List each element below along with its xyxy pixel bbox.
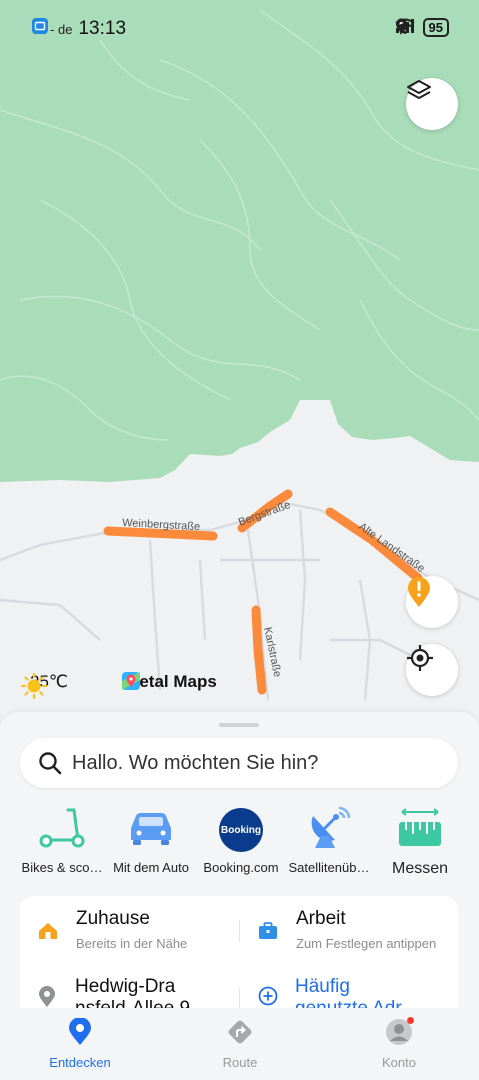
quick-action-label: Satellitenüb… xyxy=(288,860,370,875)
notification-dot xyxy=(407,1017,414,1024)
petal-maps-logo: Petal Maps xyxy=(122,672,217,692)
quick-action-booking[interactable]: Booking Booking.com xyxy=(191,808,291,875)
map-view[interactable]: Weinbergstraße Bergstraße Alte Landstraß… xyxy=(0,0,479,730)
work-title: Arbeit xyxy=(296,908,346,929)
work-shortcut[interactable]: Arbeit Zum Festlegen antippen xyxy=(258,908,436,951)
traffic-report-button[interactable] xyxy=(406,576,458,628)
brand-name: Petal Maps xyxy=(128,672,217,691)
route-icon xyxy=(226,1020,254,1050)
booking-icon: Booking xyxy=(219,808,263,852)
home-shortcut[interactable]: Zuhause Bereits in der Nähe xyxy=(38,908,187,951)
location-pin-icon xyxy=(68,1017,92,1050)
sheet-drag-handle[interactable] xyxy=(219,723,259,727)
home-icon xyxy=(38,922,58,951)
quick-action-car[interactable]: Mit dem Auto xyxy=(101,808,201,875)
nav-account[interactable]: Konto xyxy=(339,1017,459,1070)
location-pin-icon xyxy=(38,986,56,1008)
street-label-alte-land: Alte Landstraße xyxy=(356,521,426,575)
nav-route[interactable]: Route xyxy=(180,1018,300,1070)
frequent-addresses-link[interactable]: Häufig genutzte Adr xyxy=(258,976,402,1008)
forest-area xyxy=(0,0,479,482)
ruler-icon xyxy=(396,806,444,855)
frequent-addresses-title-line2: genutzte Adr xyxy=(295,998,402,1008)
quick-action-satellite[interactable]: Satellitenüb… xyxy=(279,806,379,875)
search-bar[interactable]: Hallo. Wo möchten Sie hin? xyxy=(20,738,458,788)
account-icon xyxy=(385,1017,414,1051)
status-bar: o2 - de 13:13 95 xyxy=(0,0,479,60)
battery-indicator: 95 xyxy=(422,18,449,37)
weather-widget: 25℃ xyxy=(20,672,68,700)
recent-place-title-line2: nsfeld-Allee 9 xyxy=(75,998,190,1008)
search-icon xyxy=(38,751,62,775)
add-circle-icon xyxy=(258,986,278,1008)
booking-icon-text: Booking xyxy=(221,824,261,836)
satellite-dish-icon xyxy=(305,806,353,855)
nav-account-label: Konto xyxy=(382,1055,416,1070)
nav-explore-label: Entdecken xyxy=(49,1055,111,1070)
briefcase-icon xyxy=(258,922,278,951)
my-location-button[interactable] xyxy=(406,644,458,696)
nav-route-label: Route xyxy=(222,1055,258,1070)
work-subtitle: Zum Festlegen antippen xyxy=(296,936,437,951)
home-subtitle: Bereits in der Nähe xyxy=(76,936,188,951)
map-layers-button[interactable] xyxy=(406,78,458,130)
recent-place-title: Hedwig-Dra xyxy=(75,976,176,997)
home-title: Zuhause xyxy=(76,908,150,929)
favorites-card: Zuhause Bereits in der Nähe Arbeit Zum F… xyxy=(20,896,458,1008)
clock: 13:13 xyxy=(78,18,127,39)
search-placeholder: Hallo. Wo möchten Sie hin? xyxy=(72,751,319,774)
quick-action-label: Mit dem Auto xyxy=(113,860,189,875)
quick-action-measure[interactable]: Messen xyxy=(370,806,470,878)
quick-action-label: Bikes & sco… xyxy=(21,860,103,875)
bottom-navigation: Entdecken Route Konto xyxy=(0,1008,479,1080)
scooter-icon xyxy=(37,806,87,855)
recent-place-item[interactable]: Hedwig-Dra nsfeld-Allee 9 xyxy=(38,976,190,1008)
divider xyxy=(239,920,240,942)
quick-action-label: Messen xyxy=(391,860,449,877)
nav-explore[interactable]: Entdecken xyxy=(20,1017,140,1070)
street-label-berg: Bergstraße xyxy=(237,499,292,529)
car-icon xyxy=(127,808,175,853)
quick-action-label: Booking.com xyxy=(203,860,279,875)
frequent-addresses-title: Häufig xyxy=(295,976,350,997)
quick-action-bikes[interactable]: Bikes & sco… xyxy=(12,808,112,875)
divider xyxy=(239,988,240,1008)
explore-sheet: Hallo. Wo möchten Sie hin? Bikes & sco… … xyxy=(0,712,479,1008)
